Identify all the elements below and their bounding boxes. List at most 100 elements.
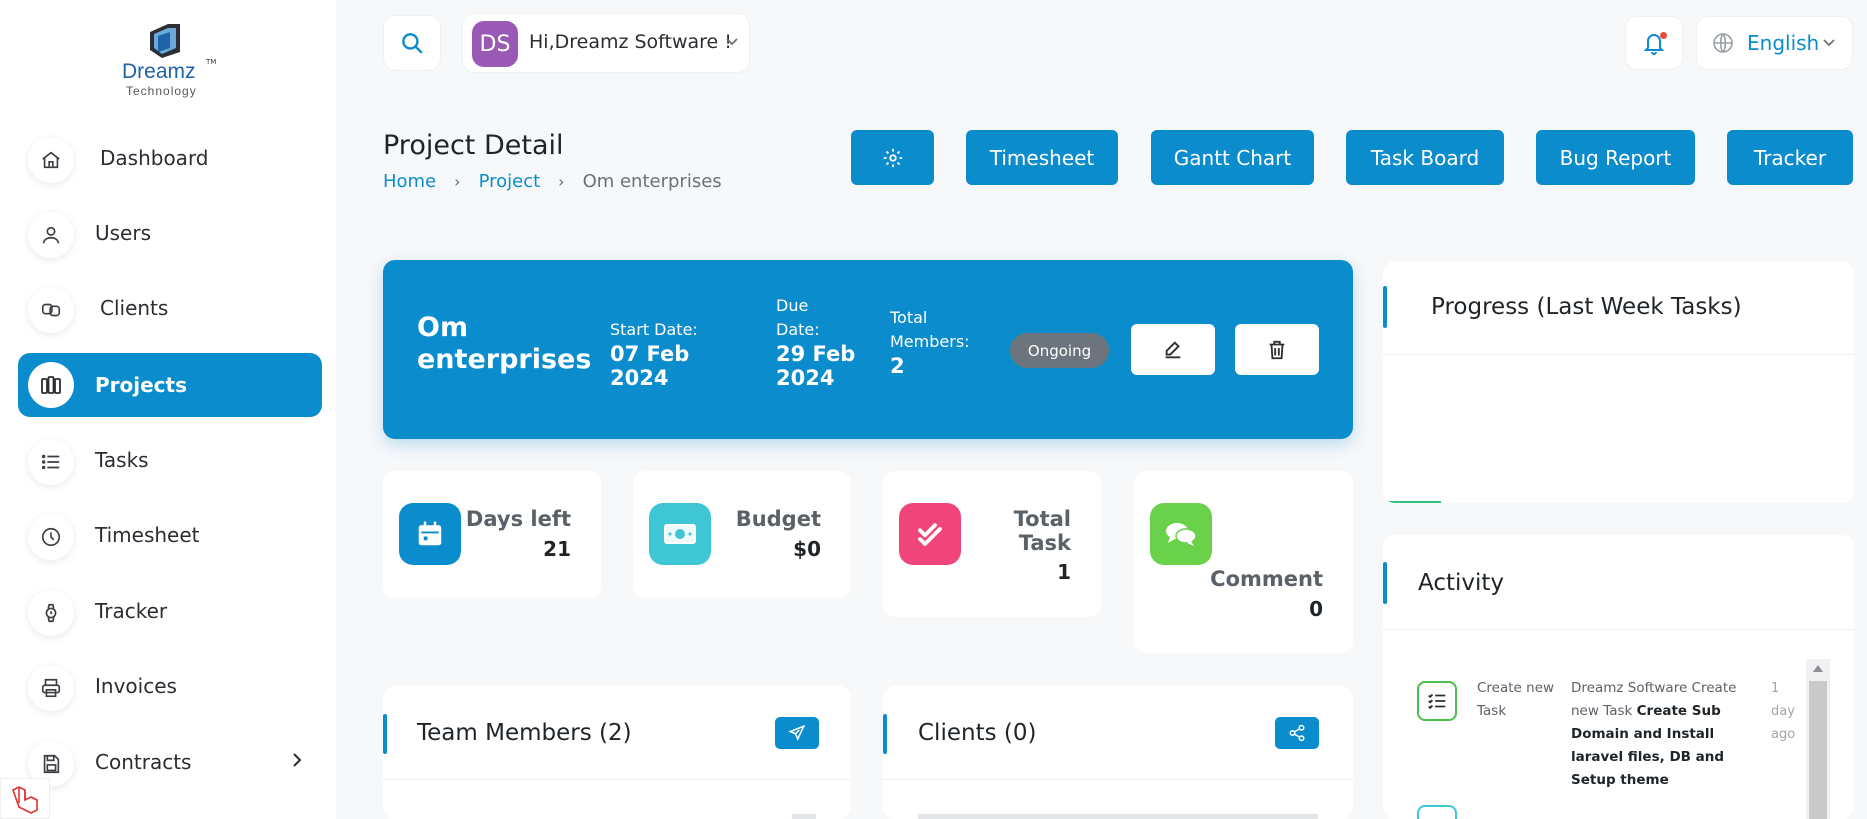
sidebar: Dreamz TM Technology Dashboard Users Cli… bbox=[0, 0, 336, 819]
progress-tab-indicator bbox=[1383, 501, 1441, 503]
gear-icon bbox=[883, 148, 902, 167]
breadcrumb: Home › Project › Om enterprises bbox=[383, 171, 722, 192]
sidebar-item-users[interactable]: Users bbox=[18, 201, 322, 265]
chevron-down-icon bbox=[726, 38, 738, 46]
settings-button[interactable] bbox=[851, 130, 934, 185]
sidebar-item-invoices[interactable]: Invoices bbox=[18, 654, 322, 718]
gantt-chart-button[interactable]: Gantt Chart bbox=[1151, 130, 1314, 185]
invite-member-button[interactable] bbox=[775, 717, 819, 749]
search-icon bbox=[402, 33, 423, 54]
tracker-button[interactable]: Tracker bbox=[1727, 130, 1853, 185]
timesheet-button[interactable]: Timesheet bbox=[966, 130, 1118, 185]
sidebar-item-label: Invoices bbox=[95, 674, 177, 698]
clients-icon bbox=[28, 287, 74, 333]
activity-list: Create new Task Dreamz Software Create n… bbox=[1383, 629, 1854, 819]
share-button[interactable] bbox=[1275, 717, 1319, 749]
clock-icon bbox=[28, 514, 74, 560]
status-badge: Ongoing bbox=[1010, 333, 1109, 368]
sidebar-item-label: Contracts bbox=[95, 750, 192, 774]
comment-value: 0 bbox=[1309, 597, 1323, 621]
activity-type: Create new Task bbox=[1477, 680, 1555, 719]
language-label: English bbox=[1747, 31, 1820, 55]
breadcrumb-separator-icon: › bbox=[454, 172, 461, 191]
comments-icon bbox=[1150, 503, 1212, 565]
scrollbar[interactable] bbox=[792, 814, 816, 819]
team-members-title: Team Members (2) bbox=[417, 720, 632, 746]
sidebar-item-clients[interactable]: Clients bbox=[18, 276, 322, 340]
card-accent-bar bbox=[1383, 562, 1387, 604]
total-task-label: Total Task bbox=[1013, 507, 1071, 555]
scroll-thumb[interactable] bbox=[1809, 681, 1827, 819]
sidebar-item-projects[interactable]: Projects bbox=[18, 353, 322, 417]
brand-sub: Technology bbox=[126, 84, 197, 98]
card-accent-bar bbox=[383, 714, 387, 754]
breadcrumb-current: Om enterprises bbox=[582, 171, 722, 192]
chevron-down-icon bbox=[1823, 39, 1835, 47]
activity-scrollbar[interactable] bbox=[1806, 659, 1830, 819]
sidebar-item-tracker[interactable]: Tracker bbox=[18, 579, 322, 643]
brand-tm: TM bbox=[206, 58, 217, 66]
budget-value: $0 bbox=[793, 537, 821, 561]
task-list-icon bbox=[1417, 805, 1457, 819]
comment-card: Comment 0 bbox=[1134, 471, 1353, 653]
search-button[interactable] bbox=[383, 15, 441, 71]
breadcrumb-home[interactable]: Home bbox=[383, 171, 436, 192]
share-icon bbox=[1289, 724, 1305, 742]
budget-card: Budget $0 bbox=[633, 471, 851, 598]
progress-title: Progress (Last Week Tasks) bbox=[1431, 294, 1742, 320]
total-members-block: Total Members: 2 bbox=[890, 306, 980, 378]
user-icon bbox=[28, 212, 74, 258]
send-icon bbox=[788, 724, 806, 741]
activity-description: Dreamz Software Create new Task Create S… bbox=[1571, 677, 1739, 792]
sidebar-item-label: Tracker bbox=[95, 599, 168, 623]
start-date-block: Start Date: 07 Feb 2024 bbox=[610, 318, 750, 390]
breadcrumb-separator-icon: › bbox=[558, 172, 565, 191]
clients-title: Clients (0) bbox=[918, 720, 1037, 746]
activity-card: Activity Create new Task Dreamz Software… bbox=[1383, 535, 1854, 819]
days-left-value: 21 bbox=[543, 537, 571, 561]
watch-icon bbox=[28, 590, 74, 636]
sidebar-item-label: Tasks bbox=[95, 448, 149, 472]
task-board-button[interactable]: Task Board bbox=[1346, 130, 1504, 185]
scroll-up-icon[interactable] bbox=[1813, 665, 1823, 672]
days-left-card: Days left 21 bbox=[383, 471, 601, 598]
sidebar-item-label: Users bbox=[95, 221, 152, 245]
delete-project-button[interactable] bbox=[1235, 324, 1319, 375]
bug-report-button[interactable]: Bug Report bbox=[1536, 130, 1695, 185]
card-accent-bar bbox=[1383, 286, 1387, 328]
scrollbar[interactable] bbox=[918, 814, 1318, 819]
language-select[interactable]: English bbox=[1696, 16, 1853, 70]
brand-name: Dreamz bbox=[122, 60, 196, 83]
activity-title: Activity bbox=[1418, 570, 1505, 596]
due-date-block: Due Date: 29 Feb 2024 bbox=[776, 294, 856, 390]
chevron-right-icon bbox=[293, 753, 302, 767]
total-task-value: 1 bbox=[1057, 560, 1071, 584]
card-divider bbox=[883, 779, 1353, 780]
days-left-label: Days left bbox=[465, 507, 571, 531]
card-accent-bar bbox=[883, 714, 887, 754]
sidebar-item-contracts[interactable]: Contracts bbox=[18, 730, 322, 794]
notifications-button[interactable] bbox=[1625, 16, 1683, 70]
home-icon bbox=[28, 137, 74, 183]
globe-icon bbox=[1713, 33, 1733, 53]
sidebar-item-label: Dashboard bbox=[100, 146, 209, 170]
total-members-value: 2 bbox=[890, 354, 905, 378]
sidebar-item-timesheet[interactable]: Timesheet bbox=[18, 503, 322, 567]
task-check-icon bbox=[899, 503, 961, 565]
sidebar-item-tasks[interactable]: Tasks bbox=[18, 428, 322, 492]
activity-time: 1 day ago bbox=[1771, 681, 1796, 742]
task-list-icon bbox=[1417, 681, 1457, 721]
sidebar-item-label: Timesheet bbox=[95, 523, 200, 547]
edit-project-button[interactable] bbox=[1131, 324, 1215, 375]
total-members-label: Total Members: bbox=[890, 308, 970, 351]
clients-card: Clients (0) bbox=[883, 686, 1353, 819]
avatar: DS bbox=[472, 21, 518, 67]
project-banner: Om enterprises Start Date: 07 Feb 2024 D… bbox=[383, 260, 1353, 439]
card-divider bbox=[383, 779, 851, 780]
sidebar-item-dashboard[interactable]: Dashboard bbox=[18, 126, 322, 190]
user-menu-button[interactable]: DS Hi,Dreamz Software ! bbox=[462, 13, 750, 73]
brand-logo[interactable]: Dreamz TM Technology bbox=[118, 18, 228, 102]
breadcrumb-project[interactable]: Project bbox=[479, 171, 541, 192]
laravel-debug-icon[interactable] bbox=[0, 778, 50, 819]
team-members-card: Team Members (2) bbox=[383, 686, 851, 819]
